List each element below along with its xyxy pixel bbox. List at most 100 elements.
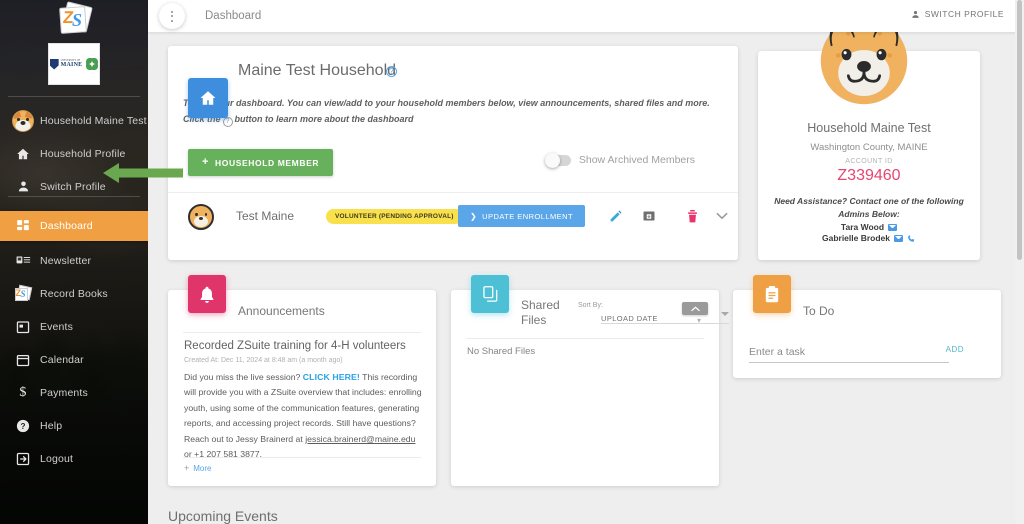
dog-avatar-icon (10, 110, 36, 132)
archive-box-icon[interactable] (639, 206, 659, 226)
grid-icon (10, 219, 36, 233)
sidebar-item-label: Dashboard (40, 220, 93, 232)
email-icon[interactable] (894, 235, 903, 242)
email-icon[interactable] (888, 224, 897, 231)
sort-by-value: UPLOAD DATE (601, 314, 658, 323)
kebab-menu-icon[interactable] (159, 3, 185, 29)
top-bar: Dashboard SWITCH PROFILE (148, 0, 1024, 32)
sort-by-select[interactable]: UPLOAD DATE (601, 308, 729, 324)
add-task-button[interactable]: ADD (946, 345, 964, 354)
toggle-knob (545, 153, 560, 168)
question-circle-icon: ? (10, 419, 36, 433)
sidebar-item-logout[interactable]: Logout (0, 442, 148, 475)
sidebar-item-dashboard[interactable]: Dashboard (0, 211, 148, 241)
sidebar-item-label: Calendar (40, 354, 84, 366)
toggle-track (545, 155, 571, 166)
announcement-body: Did you miss the live session? CLICK HER… (184, 370, 424, 463)
bell-icon (188, 275, 226, 313)
todo-card: To Do ADD (733, 290, 1001, 378)
avatar (188, 204, 214, 230)
sidebar-item-newsletter[interactable]: Newsletter (0, 244, 148, 277)
email-link[interactable]: jessica.brainerd@maine.edu (305, 434, 415, 444)
no-shared-files-message: No Shared Files (467, 346, 535, 357)
switch-profile-button[interactable]: SWITCH PROFILE (911, 9, 1004, 19)
phone-icon[interactable] (907, 234, 916, 243)
home-icon (188, 78, 228, 118)
todo-title: To Do (803, 304, 834, 318)
vertical-scrollbar[interactable] (1015, 0, 1024, 524)
household-card: Maine Test Household ? This is your dash… (168, 46, 738, 260)
profile-name: Household Maine Test (758, 121, 980, 135)
clipboard-icon (753, 275, 791, 313)
page-title: Maine Test Household (238, 62, 396, 80)
org-name-text: MAINE (61, 62, 83, 68)
files-icon (471, 275, 509, 313)
sidebar-item-payments[interactable]: $ Payments (0, 376, 148, 409)
sidebar-item-help[interactable]: ? Help (0, 409, 148, 442)
sidebar-item-events[interactable]: Events (0, 310, 148, 343)
switch-profile-label: SWITCH PROFILE (925, 9, 1004, 19)
person-icon (10, 180, 36, 193)
person-icon (911, 10, 920, 19)
trash-icon[interactable] (682, 206, 702, 226)
divider (183, 332, 421, 333)
green-left-arrow-annotation (103, 163, 183, 183)
table-row: Test Maine VOLUNTEER (PENDING APPROVAL) … (168, 193, 738, 243)
shared-files-card: Shared Files Sort By: UPLOAD DATE ▾ No S… (451, 290, 719, 486)
account-switcher-label: Household Maine Test (40, 115, 147, 127)
sidebar-item-label: Logout (40, 453, 73, 465)
scrollbar-thumb[interactable] (1017, 0, 1022, 260)
breadcrumb: Dashboard (205, 10, 261, 22)
add-household-member-button[interactable]: + HOUSEHOLD MEMBER (188, 149, 333, 176)
update-enrollment-label: UPDATE ENROLLMENT (482, 212, 573, 221)
account-id-value: Z339460 (758, 167, 980, 185)
sort-direction-button[interactable] (682, 302, 708, 315)
sidebar-item-calendar[interactable]: Calendar (0, 343, 148, 376)
announcements-title: Announcements (238, 304, 325, 318)
description-part-2: button to learn more about the dashboard (235, 114, 414, 124)
chevron-down-icon[interactable] (712, 206, 732, 226)
admin-contact: Tara Wood (758, 222, 980, 232)
main-content: Dashboard SWITCH PROFILE Maine Test Hous… (148, 0, 1024, 524)
sidebar-account-switcher[interactable]: Household Maine Test ▴ (0, 104, 148, 137)
logout-icon (10, 452, 36, 466)
admin-name: Gabrielle Brodek (822, 233, 890, 243)
admin-name: Tara Wood (841, 222, 884, 232)
question-mark-icon: ? (223, 117, 233, 127)
university-of-maine-4h-logo: UNIVERSITY OFMAINE (48, 43, 100, 85)
sidebar-item-label: Payments (40, 387, 88, 399)
plus-icon: + (202, 157, 209, 168)
divider (183, 457, 421, 458)
announcement-timestamp: Created At: Dec 11, 2024 at 8:48 am (a m… (184, 357, 343, 364)
zsuite-logo-icon: ZS (54, 2, 94, 36)
dashboard-description: This is your dashboard. You can view/add… (183, 96, 725, 128)
sidebar-divider-top (8, 96, 140, 97)
calendar-event-icon (10, 320, 36, 334)
home-icon (10, 147, 36, 161)
svg-text:?: ? (20, 421, 25, 430)
show-archived-members-toggle[interactable]: Show Archived Members (545, 154, 695, 166)
more-label: More (193, 464, 211, 473)
record-books-icon: Z S (10, 286, 36, 302)
admin-contact: Gabrielle Brodek (758, 233, 980, 243)
dollar-icon: $ (10, 385, 36, 401)
sort-by-label: Sort By: (578, 301, 603, 312)
newsletter-icon (10, 254, 36, 267)
divider (466, 338, 704, 339)
pencil-icon[interactable] (605, 206, 625, 226)
help-icon[interactable]: ? (386, 66, 397, 77)
status-badge[interactable]: VOLUNTEER (PENDING APPROVAL) (326, 209, 463, 224)
caret-down-icon[interactable]: ▾ (697, 316, 701, 325)
sidebar-item-record-books[interactable]: Z S Record Books (0, 277, 148, 310)
update-enrollment-button[interactable]: ❯ UPDATE ENROLLMENT (458, 205, 585, 227)
shared-files-title: Shared Files (521, 298, 571, 328)
todo-task-input[interactable] (749, 343, 949, 363)
caret-up-icon (691, 306, 700, 312)
sidebar: ZS UNIVERSITY OFMAINE Household Maine Te… (0, 0, 148, 524)
sidebar-divider-mid (8, 196, 140, 197)
more-announcements-button[interactable]: + More (184, 463, 212, 473)
member-name: Test Maine (236, 209, 294, 223)
announcement-title: Recorded ZSuite training for 4-H volunte… (184, 340, 422, 352)
sidebar-item-label: Switch Profile (40, 181, 106, 193)
click-here-link[interactable]: CLICK HERE! (303, 372, 360, 382)
